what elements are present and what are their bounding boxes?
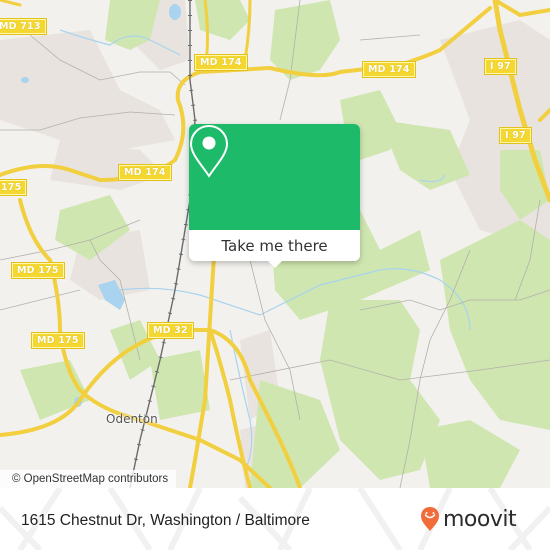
take-me-there-button[interactable]: Take me there <box>189 230 360 261</box>
route-label-md32: MD 32 <box>148 323 193 338</box>
popup-header <box>189 124 360 230</box>
route-label-md175: MD 175 <box>32 333 84 348</box>
moovit-pin-icon <box>421 507 439 531</box>
moovit-logo[interactable]: moovit <box>420 506 517 532</box>
map[interactable]: MD 713 MD 174 MD 174 MD 174 I 97 I 97 17… <box>0 0 550 488</box>
location-pin-icon <box>189 124 229 178</box>
route-label-i97: I 97 <box>500 128 531 143</box>
map-attribution[interactable]: © OpenStreetMap contributors <box>0 470 177 488</box>
route-label-md174: MD 174 <box>195 55 247 70</box>
brand-name: moovit <box>443 506 517 532</box>
popup-pointer <box>267 260 283 268</box>
route-label-md713: MD 713 <box>0 19 46 34</box>
route-label-md175: MD 175 <box>12 263 64 278</box>
place-label-odenton: Odenton <box>106 412 158 426</box>
location-popup: Take me there <box>189 124 360 268</box>
footer: 1615 Chestnut Dr, Washington / Baltimore… <box>0 488 550 550</box>
address-text: 1615 Chestnut Dr, Washington / Baltimore <box>21 512 310 529</box>
route-label-md174: MD 174 <box>119 165 171 180</box>
route-label-md174: MD 174 <box>363 62 415 77</box>
route-label-i97: I 97 <box>485 59 516 74</box>
route-label-md175: 175 <box>0 180 27 195</box>
